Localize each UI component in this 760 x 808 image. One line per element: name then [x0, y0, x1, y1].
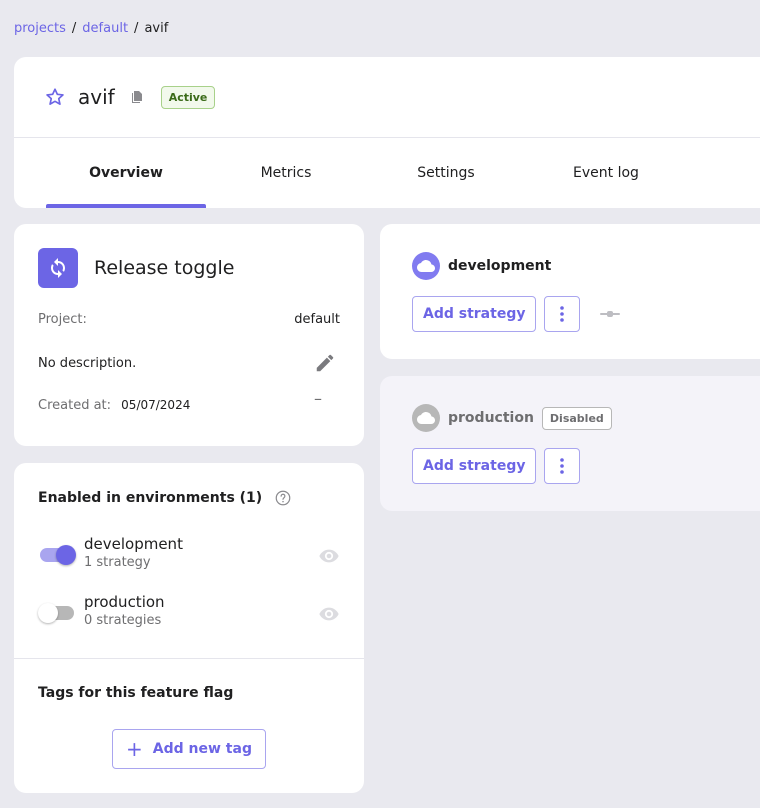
breadcrumb-projects-link[interactable]: projects	[14, 21, 66, 36]
environments-card: Enabled in environments (1) development …	[14, 463, 364, 793]
sync-icon	[38, 248, 78, 288]
environment-item-production: production 0 strategies	[38, 593, 340, 633]
tab-event-log[interactable]: Event log	[526, 138, 686, 208]
created-value: 05/07/2024	[121, 398, 191, 412]
feature-type-label: Release toggle	[94, 257, 235, 279]
tags-title: Tags for this feature flag	[38, 685, 234, 701]
breadcrumb: projects / default / avif	[14, 21, 168, 36]
environment-strategy-count: 1 strategy	[84, 555, 151, 570]
breadcrumb-default-link[interactable]: default	[82, 21, 128, 36]
edit-pencil-icon[interactable]	[314, 352, 336, 374]
feature-type: Release toggle	[38, 248, 234, 288]
description-text: No description.	[38, 355, 137, 371]
tab-overview[interactable]: Overview	[46, 138, 206, 208]
more-vertical-icon	[560, 458, 565, 474]
breadcrumb-current: avif	[144, 21, 169, 36]
add-strategy-button[interactable]: Add strategy	[412, 296, 537, 332]
production-toggle-switch[interactable]	[38, 603, 76, 623]
more-options-button[interactable]	[544, 448, 581, 484]
breadcrumb-separator: /	[134, 21, 139, 36]
eye-icon[interactable]	[318, 545, 340, 567]
divider	[14, 658, 364, 659]
more-vertical-icon	[560, 306, 565, 322]
project-label: Project:	[38, 312, 87, 327]
project-value: default	[294, 312, 340, 327]
feature-name: avif	[78, 85, 115, 109]
development-toggle-switch[interactable]	[38, 545, 76, 565]
tab-metrics[interactable]: Metrics	[206, 138, 366, 208]
stale-indicator: –	[314, 389, 322, 408]
title-row: avif Active	[44, 81, 216, 113]
drag-handle-icon[interactable]	[598, 308, 622, 320]
more-options-button[interactable]	[544, 296, 581, 332]
disabled-badge: Disabled	[541, 406, 612, 430]
cloud-icon	[412, 404, 440, 432]
environments-title-row: Enabled in environments (1)	[38, 489, 292, 507]
plus-icon: +	[126, 737, 143, 761]
star-outline-icon[interactable]	[44, 86, 66, 108]
environment-panel-name: development	[448, 258, 552, 274]
environment-name: development	[84, 535, 183, 553]
environment-name: production	[84, 593, 165, 611]
eye-icon[interactable]	[318, 603, 340, 625]
tab-bar: Overview Metrics Settings Event log	[46, 138, 686, 208]
created-label: Created at:	[38, 398, 112, 413]
status-badge: Active	[160, 85, 216, 109]
description-row: No description.	[38, 352, 340, 374]
environment-strategy-count: 0 strategies	[84, 613, 162, 628]
help-circle-icon[interactable]	[274, 489, 292, 507]
feature-header: avif Active Overview Metrics Settings Ev…	[14, 57, 760, 208]
project-row: Project: default	[38, 312, 340, 327]
add-new-tag-button[interactable]: + Add new tag	[112, 729, 266, 769]
cloud-icon	[412, 252, 440, 280]
feature-info-card: Release toggle Project: default No descr…	[14, 224, 364, 446]
environment-panel-production: production Disabled Add strategy	[380, 376, 760, 511]
environment-panel-development: development Add strategy	[380, 224, 760, 359]
environments-title: Enabled in environments (1)	[38, 490, 263, 506]
add-strategy-button[interactable]: Add strategy	[412, 448, 537, 484]
environment-panel-name: production	[448, 410, 534, 426]
environment-item-development: development 1 strategy	[38, 535, 340, 575]
tab-settings[interactable]: Settings	[366, 138, 526, 208]
copy-icon[interactable]	[129, 89, 145, 105]
created-row: Created at: 05/07/2024 –	[38, 389, 340, 413]
breadcrumb-separator: /	[71, 21, 77, 36]
add-new-tag-label: Add new tag	[152, 741, 252, 757]
